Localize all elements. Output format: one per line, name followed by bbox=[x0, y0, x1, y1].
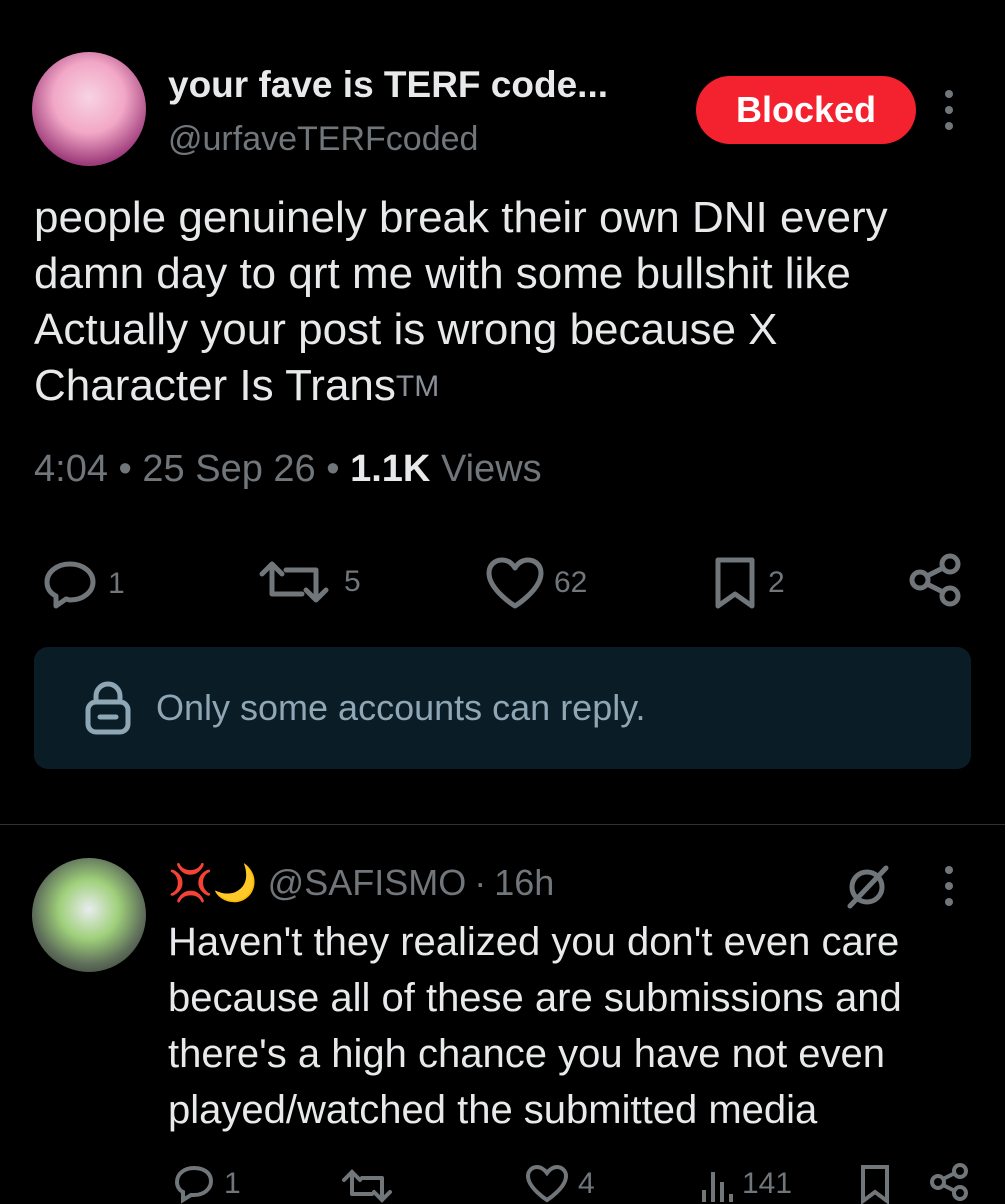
views-icon bbox=[702, 1172, 733, 1202]
reply-action[interactable]: 1 bbox=[40, 558, 125, 610]
reply-header: 💢🌙 @SAFISMO · 16h bbox=[168, 862, 554, 904]
share-icon bbox=[930, 1163, 968, 1201]
trademark-mark: TM bbox=[395, 370, 440, 403]
divider bbox=[0, 824, 1005, 825]
views-label: Views bbox=[440, 448, 542, 490]
reply-reply-count: 1 bbox=[224, 1167, 241, 1200]
post-time[interactable]: 4:04 bbox=[34, 448, 108, 490]
more-vertical-icon[interactable] bbox=[938, 88, 960, 139]
reply-author-emojis[interactable]: 💢🌙 bbox=[168, 862, 258, 904]
author-handle[interactable]: @urfaveTERFcoded bbox=[168, 120, 478, 159]
repost-action[interactable]: 5 bbox=[256, 558, 361, 606]
reply-bookmark-action[interactable] bbox=[858, 1164, 900, 1204]
bookmark-action[interactable]: 2 bbox=[710, 556, 785, 610]
grok-icon[interactable] bbox=[842, 862, 892, 917]
reply-views-count: 141 bbox=[742, 1167, 793, 1200]
reply-reply-action[interactable]: 1 bbox=[172, 1164, 241, 1204]
post-body: people genuinely break their own DNI eve… bbox=[34, 193, 888, 410]
reply-views-action[interactable]: 141 bbox=[700, 1164, 792, 1204]
reply-text: Haven't they realized you don't even car… bbox=[168, 920, 902, 1132]
repost-icon bbox=[259, 561, 329, 603]
views-count: 1.1K bbox=[350, 448, 431, 490]
bookmark-count: 2 bbox=[768, 566, 785, 599]
like-icon bbox=[525, 1164, 569, 1203]
like-action[interactable]: 62 bbox=[484, 556, 587, 610]
reply-repost-action[interactable] bbox=[340, 1168, 402, 1204]
reply-author-avatar[interactable] bbox=[32, 858, 146, 972]
share-action[interactable] bbox=[906, 552, 972, 608]
post-date[interactable]: 25 Sep 26 bbox=[142, 448, 315, 490]
bookmark-icon bbox=[861, 1165, 889, 1204]
like-icon bbox=[486, 557, 544, 609]
author-avatar[interactable] bbox=[32, 52, 146, 166]
reply-age[interactable]: 16h bbox=[494, 862, 554, 904]
repost-icon bbox=[342, 1169, 392, 1203]
share-icon bbox=[909, 553, 961, 607]
reply-restriction-banner: Only some accounts can reply. bbox=[34, 647, 971, 769]
blocked-button[interactable]: Blocked bbox=[696, 76, 916, 144]
reply-share-action[interactable] bbox=[928, 1162, 978, 1202]
reply-like-count: 4 bbox=[578, 1167, 595, 1200]
author-display-name[interactable]: your fave is TERF code... bbox=[168, 64, 608, 106]
reply-count: 1 bbox=[108, 567, 125, 600]
reply-icon bbox=[174, 1165, 214, 1204]
like-count: 62 bbox=[554, 566, 588, 599]
lock-icon bbox=[85, 681, 131, 735]
post-meta: 4:04 • 25 Sep 26 • 1.1K Views bbox=[34, 448, 542, 490]
reply-like-action[interactable]: 4 bbox=[524, 1164, 595, 1204]
reply-author-handle[interactable]: @SAFISMO bbox=[268, 862, 467, 904]
reply-icon bbox=[44, 561, 96, 609]
repost-count: 5 bbox=[344, 565, 361, 598]
separator-dot: · bbox=[474, 862, 487, 903]
bookmark-icon bbox=[715, 557, 755, 609]
post-text: people genuinely break their own DNI eve… bbox=[34, 190, 974, 415]
reply-restriction-text: Only some accounts can reply. bbox=[156, 687, 646, 728]
reply-more-vertical-icon[interactable] bbox=[938, 864, 960, 915]
